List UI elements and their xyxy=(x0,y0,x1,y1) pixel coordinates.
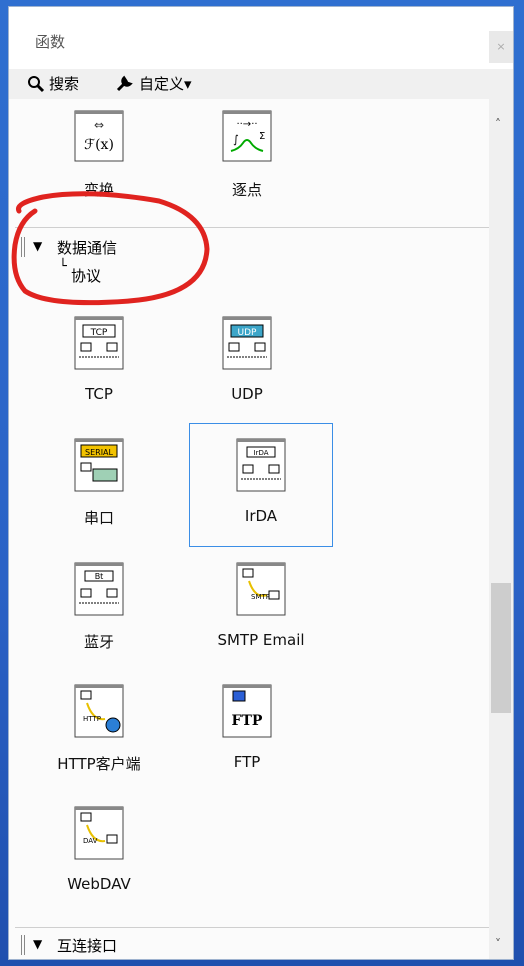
function-ftp[interactable]: FTP FTP xyxy=(187,681,307,771)
scroll-thumb[interactable] xyxy=(491,583,511,713)
search-icon xyxy=(28,75,45,92)
svg-text:IrDA: IrDA xyxy=(254,449,269,457)
section-divider xyxy=(15,227,489,228)
title-bar: 函数 × xyxy=(9,7,513,69)
udp-icon: UDP xyxy=(222,316,272,370)
function-irda[interactable]: IrDA IrDA xyxy=(201,435,321,525)
search-label: 搜索 xyxy=(49,75,80,93)
category-grip xyxy=(21,935,25,955)
category-title: 互连接口 xyxy=(57,937,118,955)
function-pointwise[interactable]: ··→·· Σ ∫ 逐点 xyxy=(187,107,307,200)
svg-text:ℱ(x): ℱ(x) xyxy=(84,137,114,153)
function-label: FTP xyxy=(233,753,261,771)
scroll-up-arrow-icon[interactable]: ˄ xyxy=(495,117,501,131)
function-label: TCP xyxy=(85,385,113,403)
section-divider xyxy=(15,927,489,928)
svg-text:SERIAL: SERIAL xyxy=(85,448,114,457)
function-label: 变换 xyxy=(83,181,114,199)
function-http-client[interactable]: HTTP HTTP客户端 xyxy=(39,681,159,774)
function-label: 串口 xyxy=(83,509,114,527)
pointwise-icon: ··→·· Σ ∫ xyxy=(222,110,272,162)
svg-text:SMTP: SMTP xyxy=(251,593,270,601)
svg-text:⇔: ⇔ xyxy=(94,118,104,132)
close-button[interactable]: × xyxy=(489,31,513,63)
function-tcp[interactable]: TCP TCP xyxy=(39,313,159,403)
functions-palette-window: 函数 × 搜索 自定义▾ ⇔ ℱ(x) 变换 ··→·· Σ ∫ 逐点 ▼ 数据… xyxy=(8,6,514,960)
svg-text:HTTP: HTTP xyxy=(83,715,101,723)
function-label: IrDA xyxy=(244,507,278,525)
subpath-corner: └ xyxy=(59,259,67,274)
http-client-icon: HTTP xyxy=(74,684,124,738)
svg-text:FTP: FTP xyxy=(232,713,263,729)
svg-text:TCP: TCP xyxy=(90,328,108,338)
svg-text:∫: ∫ xyxy=(233,133,239,146)
svg-text:··→··: ··→·· xyxy=(236,119,257,130)
window-title: 函数 xyxy=(35,33,66,51)
palette-toolbar: 搜索 自定义▾ xyxy=(9,69,513,99)
category-grip xyxy=(21,237,25,257)
expand-triangle-icon: ▼ xyxy=(33,937,43,951)
function-label: 逐点 xyxy=(231,181,262,199)
function-label: 蓝牙 xyxy=(83,633,114,651)
function-smtp-email[interactable]: SMTP SMTP Email xyxy=(201,559,321,649)
svg-text:Σ: Σ xyxy=(259,131,265,142)
customize-button[interactable]: 自定义▾ xyxy=(115,73,192,94)
customize-label: 自定义▾ xyxy=(139,75,192,93)
scroll-down-arrow-icon[interactable]: ˅ xyxy=(495,937,501,951)
function-label: SMTP Email xyxy=(217,631,305,649)
function-transform[interactable]: ⇔ ℱ(x) 变换 xyxy=(39,107,159,200)
ftp-icon: FTP xyxy=(222,684,272,738)
vertical-scrollbar[interactable]: ˄ ˅ xyxy=(489,99,513,959)
transform-icon: ⇔ ℱ(x) xyxy=(74,110,124,162)
function-label: WebDAV xyxy=(67,875,131,893)
palette-content: ⇔ ℱ(x) 变换 ··→·· Σ ∫ 逐点 ▼ 数据通信 └ 协议 TCP T… xyxy=(9,99,489,959)
search-button[interactable]: 搜索 xyxy=(27,73,79,94)
expand-triangle-icon: ▼ xyxy=(33,239,43,253)
svg-text:DAV: DAV xyxy=(83,837,98,845)
function-udp[interactable]: UDP UDP xyxy=(187,313,307,403)
svg-text:UDP: UDP xyxy=(238,328,258,338)
tcp-icon: TCP xyxy=(74,316,124,370)
svg-text:Bt: Bt xyxy=(95,572,104,581)
function-bluetooth[interactable]: Bt 蓝牙 xyxy=(39,559,159,652)
webdav-icon: DAV xyxy=(74,806,124,860)
bluetooth-icon: Bt xyxy=(74,562,124,616)
wrench-icon xyxy=(116,75,133,91)
function-serial[interactable]: SERIAL 串口 xyxy=(39,435,159,528)
serial-icon: SERIAL xyxy=(74,438,124,492)
function-label: UDP xyxy=(231,385,263,403)
function-label: HTTP客户端 xyxy=(57,755,141,773)
category-subpath: 协议 xyxy=(71,267,102,285)
category-title: 数据通信 xyxy=(57,239,118,257)
smtp-icon: SMTP xyxy=(236,562,286,616)
irda-icon: IrDA xyxy=(236,438,286,492)
function-webdav[interactable]: DAV WebDAV xyxy=(39,803,159,893)
